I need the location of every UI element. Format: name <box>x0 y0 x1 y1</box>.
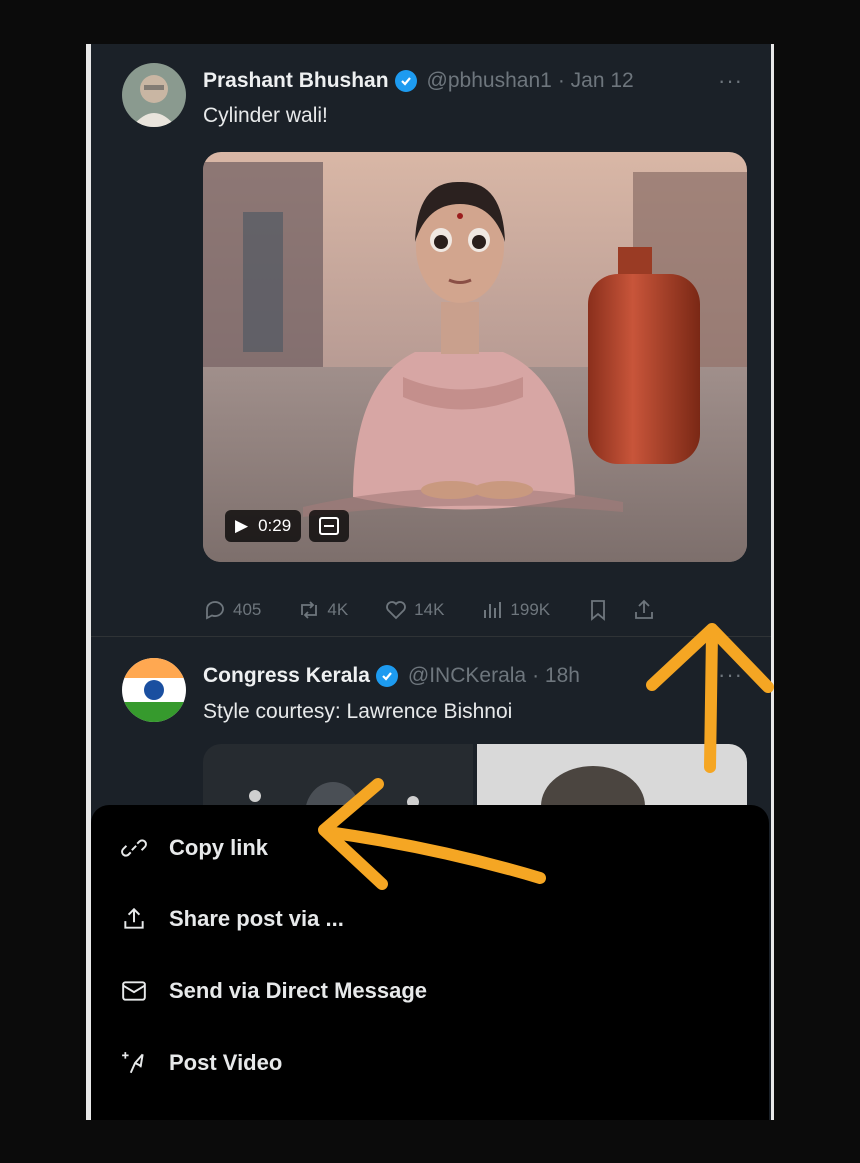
menu-item-copy-link[interactable]: Copy link <box>121 835 268 861</box>
post-video-icon <box>122 1052 144 1074</box>
author-name[interactable]: Congress Kerala <box>203 664 370 688</box>
reply-count: 405 <box>233 600 262 619</box>
post-text: Style courtesy: Lawrence Bishnoi <box>203 700 513 723</box>
menu-item-share-post-via[interactable]: Share post via ... <box>121 906 344 932</box>
post-prashant-bhushan[interactable]: Prashant Bhushan @pbhushan1 · Jan 12 ···… <box>91 44 771 634</box>
menu-item-post-video[interactable]: Post Video <box>121 1050 282 1076</box>
post-actions: 405 4K 14K 199K <box>203 590 751 630</box>
avatar[interactable] <box>122 658 186 722</box>
mail-icon <box>122 981 146 1001</box>
menu-item-label: Send via Direct Message <box>169 978 428 1003</box>
author-handle[interactable]: @INCKerala <box>408 664 526 688</box>
link-icon <box>121 839 147 857</box>
video-time: 0:29 <box>258 516 292 535</box>
author-name[interactable]: Prashant Bhushan <box>203 69 389 93</box>
post-header: Congress Kerala @INCKerala · 18h <box>203 664 580 688</box>
post-header: Prashant Bhushan @pbhushan1 · Jan 12 <box>203 69 634 93</box>
post-date[interactable]: · 18h <box>532 664 580 688</box>
views-icon <box>484 602 502 618</box>
post-text: Cylinder wali! <box>203 104 328 127</box>
captions-icon[interactable] <box>309 510 350 542</box>
more-options-icon[interactable]: ··· <box>718 662 743 688</box>
views-button[interactable]: 199K <box>480 598 550 622</box>
author-handle[interactable]: @pbhushan1 <box>427 69 552 93</box>
menu-item-label: Copy link <box>169 835 269 860</box>
post-date[interactable]: · Jan 12 <box>558 69 634 93</box>
bookmark-button[interactable] <box>586 598 610 622</box>
menu-item-label: Share post via ... <box>169 906 344 931</box>
share-icon <box>124 907 144 929</box>
repost-button[interactable]: 4K <box>297 598 348 622</box>
view-count: 199K <box>510 600 551 619</box>
post-video[interactable]: ▶ 0:29 <box>203 152 747 562</box>
more-options-icon[interactable]: ··· <box>718 68 743 94</box>
like-count: 14K <box>414 600 445 619</box>
reply-icon <box>206 601 224 620</box>
post-divider <box>91 636 771 637</box>
play-icon: ▶ <box>235 516 249 535</box>
bookmark-icon <box>591 600 606 621</box>
menu-item-send-direct-message[interactable]: Send via Direct Message <box>121 978 427 1004</box>
video-controls: ▶ 0:29 <box>225 510 350 542</box>
share-button[interactable] <box>632 598 656 622</box>
heart-icon <box>386 601 407 620</box>
verified-badge-icon <box>394 70 417 92</box>
video-timestamp[interactable]: ▶ 0:29 <box>225 510 302 542</box>
like-button[interactable]: 14K <box>384 598 444 622</box>
reply-button[interactable]: 405 <box>203 598 261 622</box>
share-menu: Copy link Share post via ... Send via Di… <box>91 805 769 1120</box>
repost-count: 4K <box>327 600 349 619</box>
repost-icon <box>301 601 318 619</box>
share-icon <box>635 599 654 619</box>
menu-item-label: Post Video <box>169 1050 283 1075</box>
avatar[interactable] <box>122 63 186 127</box>
verified-badge-icon <box>375 665 398 687</box>
